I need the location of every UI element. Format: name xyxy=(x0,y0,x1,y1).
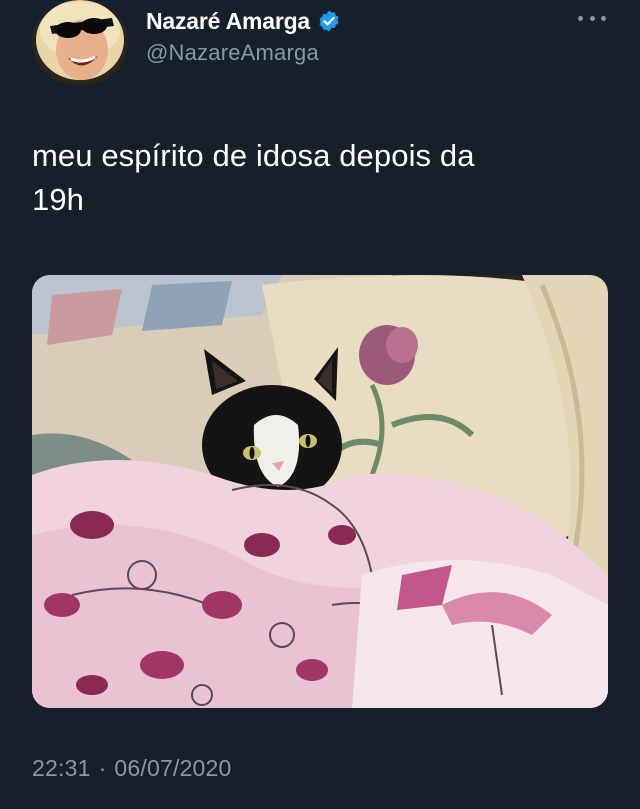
dot xyxy=(589,15,595,21)
tweet: Nazaré Amarga @NazareAmarga meu espírito… xyxy=(0,0,640,809)
tweet-text: meu espírito de idosa depois da 19h xyxy=(32,138,475,217)
tweet-media-image[interactable] xyxy=(32,275,608,708)
name-row: Nazaré Amarga xyxy=(146,4,341,38)
verified-badge-icon xyxy=(317,9,341,33)
dot xyxy=(601,15,606,21)
avatar-image xyxy=(32,0,128,86)
tweet-time: 22:31 xyxy=(32,755,91,781)
user-handle[interactable]: @NazareAmarga xyxy=(146,40,341,66)
avatar[interactable] xyxy=(32,0,128,86)
timestamp-separator: · xyxy=(98,755,107,781)
dot xyxy=(578,15,583,21)
author-info: Nazaré Amarga @NazareAmarga xyxy=(146,4,341,66)
display-name[interactable]: Nazaré Amarga xyxy=(146,8,310,35)
tweet-timestamp[interactable]: 22:31 · 06/07/2020 xyxy=(32,755,232,782)
tweet-date: 06/07/2020 xyxy=(114,755,232,781)
more-options-icon[interactable] xyxy=(578,8,606,28)
cat-in-bed-image xyxy=(32,275,608,708)
